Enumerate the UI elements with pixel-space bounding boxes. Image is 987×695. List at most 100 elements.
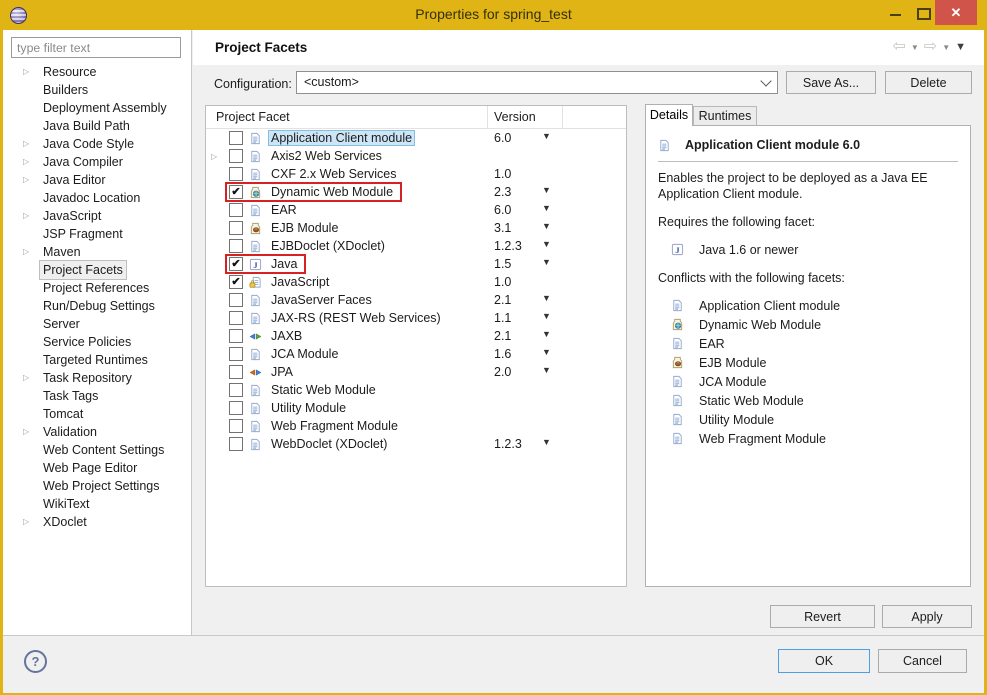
sidebar-item-web-project-settings[interactable]: Web Project Settings [3, 477, 190, 495]
save-as-button[interactable]: Save As... [786, 71, 876, 94]
view-menu-icon[interactable]: ▼ [955, 41, 966, 53]
sidebar-item-web-content-settings[interactable]: Web Content Settings [3, 441, 190, 459]
tab-details[interactable]: Details [645, 104, 693, 126]
facet-row-java[interactable]: ✔ J Java 1.5 ▼ [206, 254, 626, 274]
facet-row-dynamic-web-module[interactable]: ✔ Dynamic Web Module 2.3 ▼ [206, 182, 626, 202]
facet-checkbox[interactable]: ✔ [229, 257, 243, 271]
sidebar-item-javadoc-location[interactable]: Javadoc Location [3, 189, 190, 207]
facet-row-cxf-2-x-web-services[interactable]: CXF 2.x Web Services 1.0 [206, 165, 626, 183]
version-dropdown-icon[interactable]: ▼ [542, 365, 551, 375]
facet-row-javaserver-faces[interactable]: JavaServer Faces 2.1 ▼ [206, 291, 626, 309]
web-icon [671, 318, 684, 331]
facet-checkbox[interactable] [229, 437, 243, 451]
sidebar-item-server[interactable]: Server [3, 315, 190, 333]
expand-arrow-icon: ▷ [23, 139, 30, 148]
tab-runtimes[interactable]: Runtimes [693, 106, 757, 126]
close-icon[interactable]: ✕ [935, 0, 977, 25]
maximize-icon[interactable] [917, 8, 931, 20]
help-icon[interactable]: ? [24, 650, 47, 673]
facet-row-javascript[interactable]: ✔ JavaScript 1.0 [206, 273, 626, 291]
forward-dropdown-icon[interactable]: ▼ [942, 43, 950, 52]
revert-button[interactable]: Revert [770, 605, 875, 628]
jaxb-icon [249, 330, 262, 343]
facet-checkbox[interactable]: ✔ [229, 185, 243, 199]
sidebar-item-java-code-style[interactable]: ▷ Java Code Style [3, 135, 190, 153]
sidebar-item-project-references[interactable]: Project References [3, 279, 190, 297]
sidebar-item-project-facets[interactable]: Project Facets [3, 260, 190, 280]
sidebar-item-java-editor[interactable]: ▷ Java Editor [3, 171, 190, 189]
minimize-icon[interactable] [890, 14, 901, 16]
configuration-select[interactable]: <custom> [296, 71, 778, 94]
sidebar-item-resource[interactable]: ▷ Resource [3, 63, 190, 81]
version-dropdown-icon[interactable]: ▼ [542, 239, 551, 249]
facet-checkbox[interactable] [229, 311, 243, 325]
apply-button[interactable]: Apply [882, 605, 972, 628]
sidebar-item-deployment-assembly[interactable]: Deployment Assembly [3, 99, 190, 117]
sidebar-item-java-build-path[interactable]: Java Build Path [3, 117, 190, 135]
delete-button[interactable]: Delete [885, 71, 972, 94]
facet-row-jaxb[interactable]: JAXB 2.1 ▼ [206, 327, 626, 345]
sidebar-item-label: Web Content Settings [43, 443, 165, 457]
sidebar-item-run-debug-settings[interactable]: Run/Debug Settings [3, 297, 190, 315]
sidebar-item-builders[interactable]: Builders [3, 81, 190, 99]
facet-row-webdoclet-xdoclet[interactable]: WebDoclet (XDoclet) 1.2.3 ▼ [206, 435, 626, 453]
version-dropdown-icon[interactable]: ▼ [542, 311, 551, 321]
filter-input[interactable] [11, 37, 181, 58]
facet-checkbox[interactable] [229, 383, 243, 397]
sidebar-item-web-page-editor[interactable]: Web Page Editor [3, 459, 190, 477]
sidebar-item-javascript[interactable]: ▷ JavaScript [3, 207, 190, 225]
facet-row-jpa[interactable]: JPA 2.0 ▼ [206, 363, 626, 381]
facet-checkbox[interactable] [229, 347, 243, 361]
back-dropdown-icon[interactable]: ▼ [911, 43, 919, 52]
sidebar-item-wikitext[interactable]: WikiText [3, 495, 190, 513]
facet-row-axis2-web-services[interactable]: ▷ Axis2 Web Services [206, 147, 626, 165]
facet-row-jca-module[interactable]: JCA Module 1.6 ▼ [206, 345, 626, 363]
facet-row-web-fragment-module[interactable]: Web Fragment Module [206, 417, 626, 435]
forward-icon[interactable]: ⇨ [924, 39, 937, 55]
facet-row-application-client-module[interactable]: Application Client module 6.0 ▼ [206, 129, 626, 147]
facet-checkbox[interactable] [229, 149, 243, 163]
version-dropdown-icon[interactable]: ▼ [542, 293, 551, 303]
sidebar-item-service-policies[interactable]: Service Policies [3, 333, 190, 351]
facet-row-ejb-module[interactable]: EJB Module 3.1 ▼ [206, 219, 626, 237]
version-dropdown-icon[interactable]: ▼ [542, 221, 551, 231]
facet-row-ear[interactable]: EAR 6.0 ▼ [206, 201, 626, 219]
version-dropdown-icon[interactable]: ▼ [542, 437, 551, 447]
sidebar-item-java-compiler[interactable]: ▷ Java Compiler [3, 153, 190, 171]
sidebar-item-jsp-fragment[interactable]: JSP Fragment [3, 225, 190, 243]
facet-checkbox[interactable] [229, 239, 243, 253]
facet-checkbox[interactable] [229, 419, 243, 433]
version-dropdown-icon[interactable]: ▼ [542, 131, 551, 141]
facet-checkbox[interactable] [229, 131, 243, 145]
version-dropdown-icon[interactable]: ▼ [542, 185, 551, 195]
version-dropdown-icon[interactable]: ▼ [542, 257, 551, 267]
facet-ref-ear: EAR [671, 334, 958, 353]
back-icon[interactable]: ⇦ [892, 39, 905, 55]
sidebar-item-maven[interactable]: ▷ Maven [3, 243, 190, 261]
version-dropdown-icon[interactable]: ▼ [542, 203, 551, 213]
sidebar-item-targeted-runtimes[interactable]: Targeted Runtimes [3, 351, 190, 369]
sidebar-item-validation[interactable]: ▷ Validation [3, 423, 190, 441]
facet-checkbox[interactable] [229, 203, 243, 217]
facet-checkbox[interactable] [229, 329, 243, 343]
facet-row-jax-rs-rest-web-services[interactable]: JAX-RS (REST Web Services) 1.1 ▼ [206, 309, 626, 327]
requires-list: J Java 1.6 or newer [658, 240, 958, 259]
facet-row-utility-module[interactable]: Utility Module [206, 399, 626, 417]
facet-checkbox[interactable] [229, 293, 243, 307]
expand-arrow-icon: ▷ [23, 211, 30, 220]
sidebar-item-tomcat[interactable]: Tomcat [3, 405, 190, 423]
facet-checkbox[interactable] [229, 365, 243, 379]
facet-checkbox[interactable] [229, 401, 243, 415]
sidebar-item-task-tags[interactable]: Task Tags [3, 387, 190, 405]
cancel-button[interactable]: Cancel [878, 649, 967, 673]
facet-checkbox[interactable]: ✔ [229, 275, 243, 289]
facet-checkbox[interactable] [229, 221, 243, 235]
facet-row-ejbdoclet-xdoclet[interactable]: EJBDoclet (XDoclet) 1.2.3 ▼ [206, 237, 626, 255]
version-dropdown-icon[interactable]: ▼ [542, 329, 551, 339]
facet-checkbox[interactable] [229, 167, 243, 181]
sidebar-item-task-repository[interactable]: ▷ Task Repository [3, 369, 190, 387]
sidebar-item-xdoclet[interactable]: ▷ XDoclet [3, 513, 190, 531]
version-dropdown-icon[interactable]: ▼ [542, 347, 551, 357]
ok-button[interactable]: OK [778, 649, 870, 673]
facet-row-static-web-module[interactable]: Static Web Module [206, 381, 626, 399]
